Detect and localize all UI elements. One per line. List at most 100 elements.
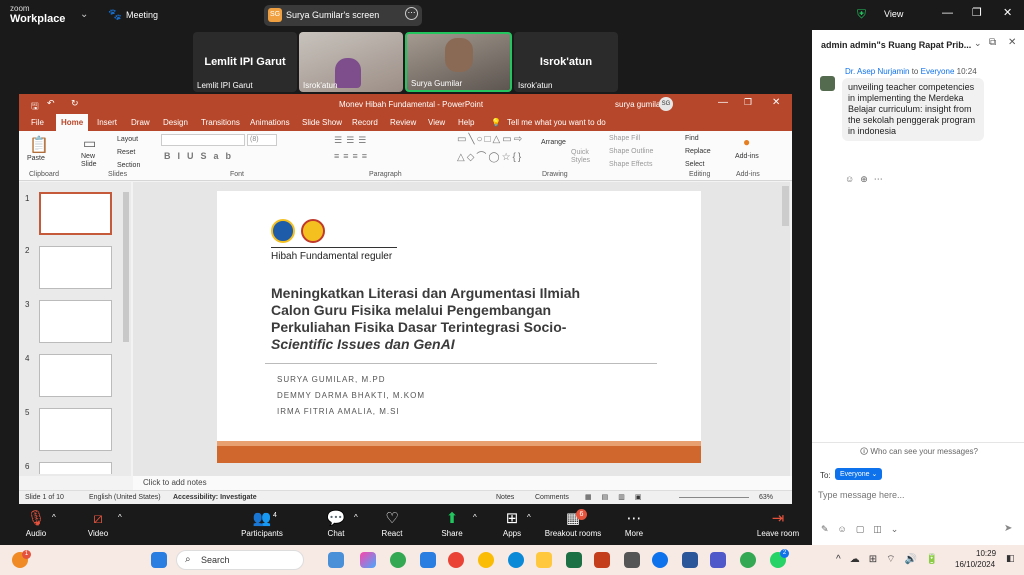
privacy-link[interactable]: 🛈 Who can see your messages? bbox=[860, 446, 978, 460]
chat-button[interactable]: 💬 Chat bbox=[320, 509, 352, 538]
react-button[interactable]: ♡ React bbox=[376, 509, 408, 538]
tab-home[interactable]: Home bbox=[56, 114, 89, 131]
audio-button[interactable]: 🎙 Audio bbox=[18, 509, 54, 538]
word-icon[interactable] bbox=[682, 552, 698, 568]
system-tray-icons[interactable]: ^☁⊞⌔🔊🔋 bbox=[836, 553, 947, 566]
chevron-up-icon[interactable]: ^ bbox=[118, 513, 122, 522]
tab-view[interactable]: View bbox=[428, 118, 445, 127]
view-buttons[interactable]: ▦▤▥▣ bbox=[585, 493, 651, 501]
undo-icon[interactable]: ↶ bbox=[47, 98, 55, 109]
tab-record[interactable]: Record bbox=[352, 118, 378, 127]
arrange-button[interactable]: Arrange bbox=[541, 139, 566, 147]
font-family-select[interactable] bbox=[161, 134, 245, 146]
video-button[interactable]: ⧄ Video bbox=[80, 509, 116, 538]
participant-tile[interactable]: Isrok'atun Isrok'atun bbox=[514, 32, 618, 92]
powerpoint-icon[interactable] bbox=[594, 552, 610, 568]
chevron-up-icon[interactable]: ^ bbox=[354, 513, 358, 522]
chrome-icon[interactable] bbox=[390, 552, 406, 568]
breakout-rooms-button[interactable]: ▦ Breakout rooms bbox=[541, 509, 605, 538]
shape-outline-button[interactable]: Shape Outline bbox=[609, 148, 653, 155]
notes-button[interactable]: Notes bbox=[496, 494, 514, 501]
minimize-icon[interactable]: — bbox=[942, 7, 953, 19]
close-icon[interactable]: ✕ bbox=[1008, 37, 1016, 48]
tab-review[interactable]: Review bbox=[390, 118, 416, 127]
participant-tile-active[interactable]: Surya Gumilar bbox=[405, 32, 512, 92]
font-size-select[interactable]: (8) bbox=[247, 134, 277, 146]
participant-tile[interactable]: Lemlit IPI Garut Lemlit IPI Garut bbox=[193, 32, 297, 92]
close-icon[interactable]: ✕ bbox=[772, 97, 780, 108]
section-button[interactable]: Section bbox=[117, 162, 140, 169]
slide-thumbnail[interactable] bbox=[39, 408, 112, 451]
notifications-icon[interactable]: ◧ bbox=[1006, 553, 1015, 564]
tell-me-search[interactable]: Tell me what you want to do bbox=[507, 118, 606, 127]
participant-tile[interactable]: Isrok'atun bbox=[299, 32, 403, 92]
font-format-buttons[interactable]: BIUSab bbox=[164, 151, 238, 161]
shapes-gallery[interactable]: ▭╲○□△▭⇨ bbox=[457, 134, 524, 145]
chrome-icon[interactable] bbox=[448, 552, 464, 568]
chrome-icon[interactable] bbox=[478, 552, 494, 568]
tab-draw[interactable]: Draw bbox=[131, 118, 150, 127]
send-icon[interactable]: ➤ bbox=[1004, 523, 1012, 534]
maximize-icon[interactable]: ❐ bbox=[972, 6, 982, 19]
copilot-icon[interactable] bbox=[360, 552, 376, 568]
message-actions[interactable]: ☺⊕⋯ bbox=[845, 174, 889, 185]
language[interactable]: English (United States) bbox=[89, 494, 161, 501]
slide-thumbnail[interactable] bbox=[39, 246, 112, 289]
replace-button[interactable]: Replace bbox=[685, 148, 711, 155]
chevron-up-icon[interactable]: ^ bbox=[473, 513, 477, 522]
chat-input[interactable] bbox=[818, 486, 1018, 504]
slide-thumbnail[interactable] bbox=[39, 354, 112, 397]
maximize-icon[interactable]: ❐ bbox=[744, 97, 752, 108]
slide-scrollbar[interactable] bbox=[782, 186, 789, 226]
tab-design[interactable]: Design bbox=[163, 118, 188, 127]
zoom-level[interactable]: 63% bbox=[759, 494, 773, 501]
participants-button[interactable]: 👥 Participants bbox=[238, 509, 286, 538]
chrome-icon[interactable] bbox=[740, 552, 756, 568]
shape-effects-button[interactable]: Shape Effects bbox=[609, 161, 652, 168]
paste-button[interactable]: Paste bbox=[27, 155, 45, 162]
addins-button[interactable]: Add-ins bbox=[735, 153, 759, 160]
slide-thumbnail-selected[interactable] bbox=[39, 192, 112, 235]
slide-thumbnail[interactable] bbox=[39, 462, 112, 474]
app-icon[interactable] bbox=[624, 552, 640, 568]
comments-button[interactable]: Comments bbox=[535, 494, 569, 501]
user-avatar[interactable]: SG bbox=[659, 97, 673, 111]
zoom-slider[interactable] bbox=[679, 497, 749, 498]
teams-icon[interactable] bbox=[710, 552, 726, 568]
layout-button[interactable]: Layout bbox=[117, 136, 138, 143]
shape-fill-button[interactable]: Shape Fill bbox=[609, 135, 640, 142]
tab-slide-show[interactable]: Slide Show bbox=[302, 118, 342, 127]
close-icon[interactable]: ✕ bbox=[1003, 6, 1012, 19]
leave-room-button[interactable]: ⇥ Leave room bbox=[753, 509, 803, 538]
view-button[interactable]: View bbox=[884, 9, 903, 19]
minimize-icon[interactable]: — bbox=[718, 97, 728, 108]
share-button[interactable]: ⬆ Share bbox=[436, 509, 468, 538]
quick-styles-button[interactable]: Quick Styles bbox=[571, 149, 595, 165]
notes-pane[interactable]: Click to add notes bbox=[133, 476, 792, 490]
tab-help[interactable]: Help bbox=[458, 118, 474, 127]
chevron-down-icon[interactable]: ⌄ bbox=[974, 38, 982, 49]
reset-button[interactable]: Reset bbox=[117, 149, 135, 156]
new-slide-button[interactable]: New Slide bbox=[81, 153, 103, 169]
app-icon[interactable] bbox=[328, 552, 344, 568]
align-buttons[interactable]: ≡≡≡≡ bbox=[334, 151, 371, 161]
popout-icon[interactable]: ⧉ bbox=[989, 37, 996, 48]
chevron-up-icon[interactable]: ^ bbox=[527, 513, 531, 522]
recipient-select[interactable]: Everyone ⌄ bbox=[835, 468, 883, 480]
sender-name[interactable]: Dr. Asep Nurjamin bbox=[845, 67, 909, 76]
file-explorer-icon[interactable] bbox=[536, 552, 552, 568]
redo-icon[interactable]: ↻ bbox=[71, 98, 79, 109]
zoom-icon[interactable] bbox=[652, 552, 668, 568]
slide-thumbnail[interactable] bbox=[39, 300, 112, 343]
taskbar-search[interactable]: ⌕ Search bbox=[176, 550, 304, 570]
thumbnail-scrollbar[interactable] bbox=[123, 192, 129, 342]
list-buttons[interactable]: ☰☰☰ bbox=[334, 135, 370, 146]
tab-transitions[interactable]: Transitions bbox=[201, 118, 240, 127]
app-icon[interactable] bbox=[420, 552, 436, 568]
chevron-up-icon[interactable]: ^ bbox=[52, 513, 56, 522]
excel-icon[interactable] bbox=[566, 552, 582, 568]
shapes-gallery[interactable]: △◇⌒◯☆{} bbox=[457, 148, 523, 163]
save-icon[interactable]: 🖫 bbox=[31, 99, 39, 115]
tab-animations[interactable]: Animations bbox=[250, 118, 290, 127]
accessibility-checker[interactable]: Accessibility: Investigate bbox=[173, 494, 257, 501]
